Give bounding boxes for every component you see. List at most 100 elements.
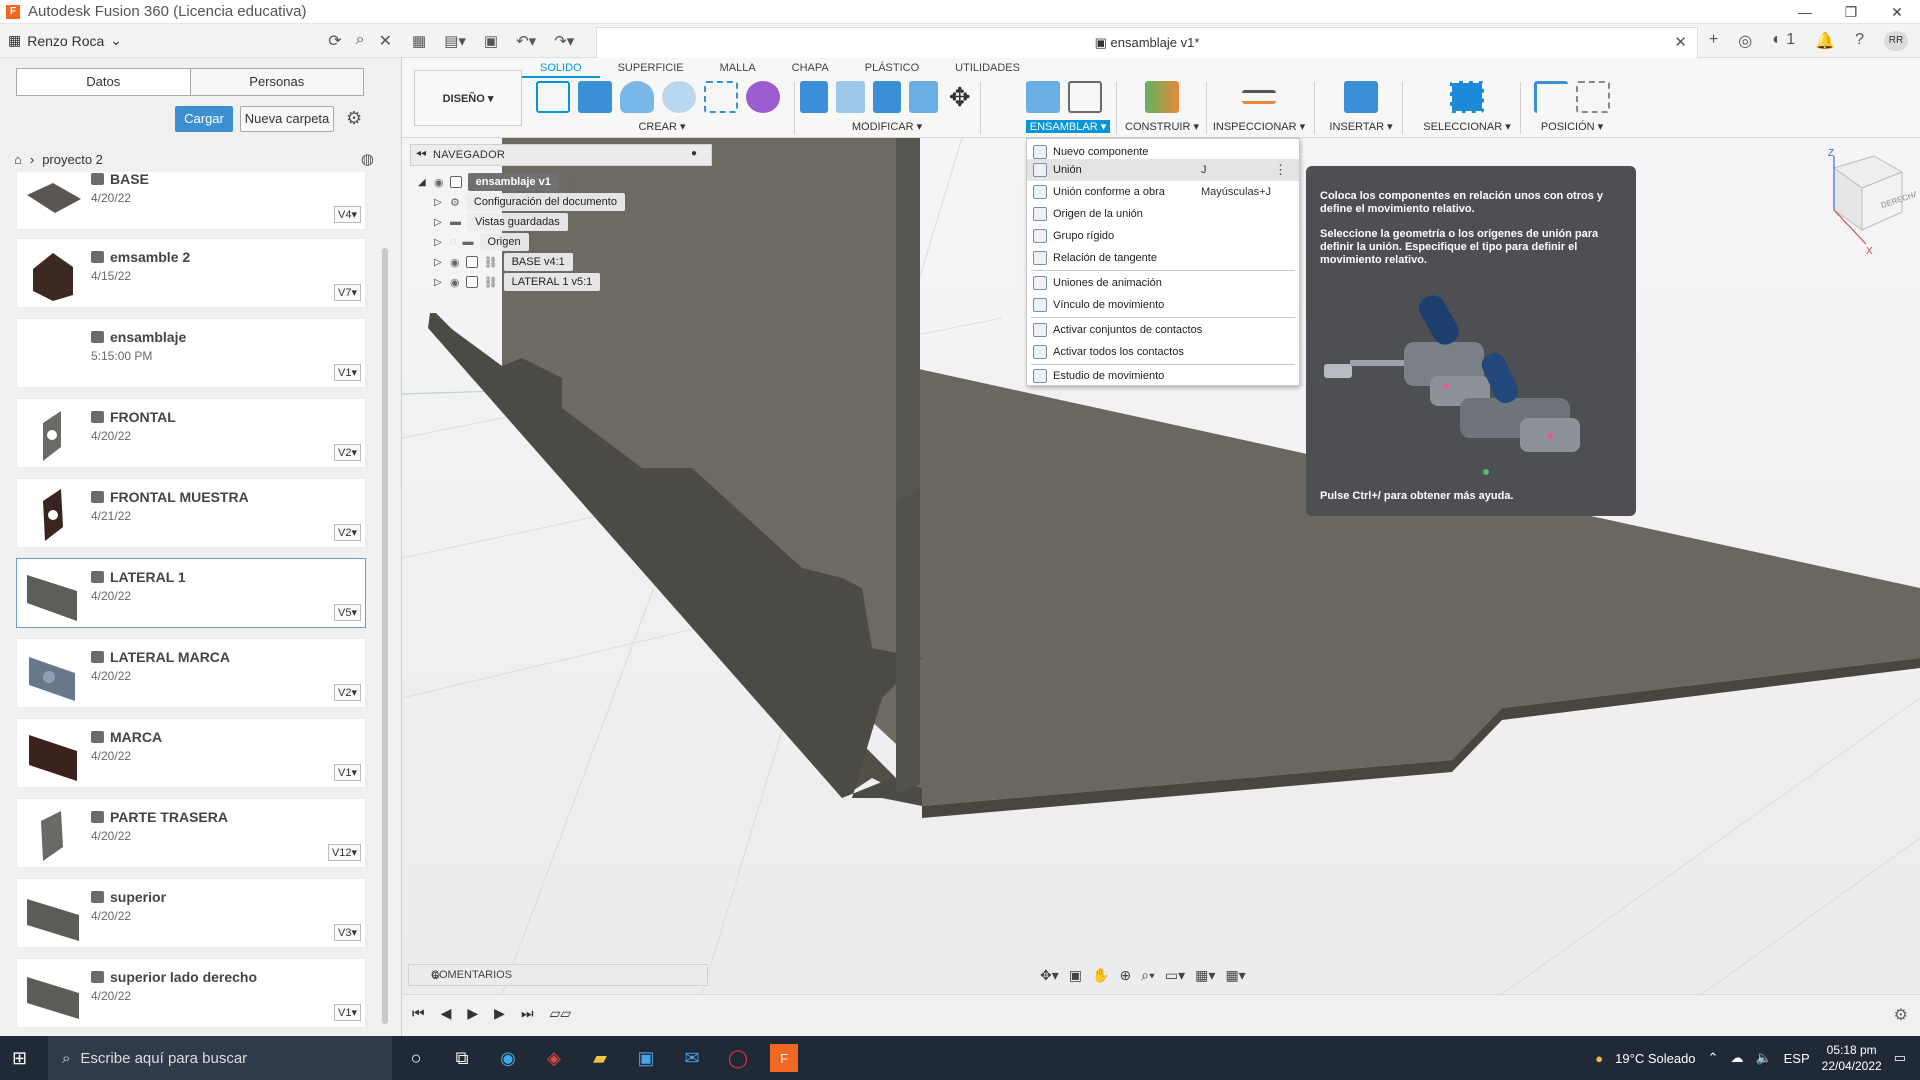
tab-utilidades[interactable]: UTILIDADES: [937, 60, 1038, 78]
menu-item-union-conforme[interactable]: Unión conforme a obra Mayúsculas+J: [1027, 181, 1299, 203]
list-item[interactable]: FRONTAL 4/20/22 V2▾: [16, 398, 366, 468]
tree-item[interactable]: ▷ ▬ Vistas guardadas: [434, 212, 568, 232]
group-label-crear[interactable]: CREAR ▾: [536, 120, 788, 133]
store-icon[interactable]: ▣: [632, 1044, 660, 1072]
tab-solido[interactable]: SOLIDO: [522, 60, 600, 78]
eye-hidden-icon[interactable]: ◌: [450, 236, 457, 248]
construct-plane-icon[interactable]: [1145, 81, 1179, 113]
joint-icon[interactable]: [1068, 81, 1102, 113]
apps-grid-icon[interactable]: ▦: [412, 32, 426, 50]
weather-text[interactable]: 19°C Soleado: [1615, 1051, 1695, 1066]
pattern-icon[interactable]: [704, 81, 738, 113]
list-item[interactable]: emsamble 2 4/15/22 V7▾: [16, 238, 366, 308]
tree-item[interactable]: ▷ ◉ ⛓ LATERAL 1 v5:1: [434, 272, 601, 292]
comments-panel[interactable]: COMENTARIOS ⊕: [408, 964, 708, 986]
hole-icon[interactable]: [662, 81, 696, 113]
menu-item-vinculo-movimiento[interactable]: Vínculo de movimiento: [1027, 294, 1299, 316]
undo-icon[interactable]: ↶▾: [516, 32, 536, 50]
menu-item-estudio-movimiento[interactable]: Estudio de movimiento: [1027, 365, 1299, 387]
timeline-feature-icon[interactable]: ▱▱: [550, 1005, 572, 1022]
mail-icon[interactable]: ✉: [678, 1044, 706, 1072]
menu-item-relacion-tangente[interactable]: Relación de tangente: [1027, 247, 1299, 269]
new-tab-icon[interactable]: +: [1709, 31, 1718, 51]
version-badge[interactable]: V1▾: [334, 1004, 361, 1021]
list-item[interactable]: ensamblaje 5:15:00 PM V1▾: [16, 318, 366, 388]
edge-icon[interactable]: ◉: [494, 1044, 522, 1072]
breadcrumb-project[interactable]: proyecto 2: [42, 152, 103, 167]
tab-superficie[interactable]: SUPERFICIE: [600, 60, 702, 78]
step-back-icon[interactable]: ◀: [441, 1005, 452, 1022]
menu-item-activar-conjuntos[interactable]: Activar conjuntos de contactos: [1027, 319, 1299, 341]
task-view-icon[interactable]: ⧉: [448, 1044, 476, 1072]
close-icon[interactable]: ✕: [379, 31, 392, 51]
version-badge[interactable]: V4▾: [334, 206, 361, 223]
fusion-taskbar-icon[interactable]: F: [770, 1044, 798, 1072]
weather-icon[interactable]: ●: [1595, 1051, 1603, 1066]
form-icon[interactable]: [746, 81, 780, 113]
eye-icon[interactable]: ◉: [450, 276, 460, 289]
insert-image-icon[interactable]: [1344, 81, 1378, 113]
sync-icon[interactable]: ◎: [1738, 31, 1752, 51]
version-badge[interactable]: V2▾: [334, 524, 361, 541]
clock[interactable]: 05:18 pm 22/04/2022: [1822, 1042, 1882, 1074]
redo-icon[interactable]: ↷▾: [554, 32, 574, 50]
scrollbar[interactable]: [382, 248, 388, 1024]
language-indicator[interactable]: ESP: [1784, 1051, 1810, 1066]
tray-chevron-icon[interactable]: ⌃: [1708, 1050, 1719, 1066]
measure-icon[interactable]: [1242, 90, 1276, 104]
windows-start-icon[interactable]: ⊞: [12, 1048, 27, 1069]
go-to-start-icon[interactable]: ⏮: [412, 1005, 425, 1022]
viewcube[interactable]: DERECHA Z X: [1806, 148, 1916, 258]
version-badge[interactable]: V2▾: [334, 684, 361, 701]
version-badge[interactable]: V3▾: [334, 924, 361, 941]
menu-item-union[interactable]: Unión J ⋮: [1027, 159, 1299, 181]
display-settings-icon[interactable]: ▭▾: [1165, 967, 1185, 984]
jobs-icon[interactable]: ◐ 1: [1772, 31, 1795, 51]
minimize-icon[interactable]: —: [1782, 0, 1828, 24]
version-badge[interactable]: V7▾: [334, 284, 361, 301]
more-options-icon[interactable]: ⋮: [1274, 162, 1287, 178]
refresh-icon[interactable]: ⟳: [328, 31, 341, 51]
eye-icon[interactable]: ◉: [434, 176, 444, 189]
tree-item-root[interactable]: ◢ ◉ ensamblaje v1 ◎: [418, 172, 574, 192]
version-badge[interactable]: V12▾: [327, 844, 361, 861]
list-item[interactable]: PARTE TRASERA 4/20/22 V12▾: [16, 798, 366, 868]
menu-item-grupo-rigido[interactable]: Grupo rígido: [1027, 225, 1299, 247]
select-icon[interactable]: [1450, 81, 1484, 113]
go-to-end-icon[interactable]: ⏭: [521, 1005, 534, 1022]
menu-item-activar-todos[interactable]: Activar todos los contactos: [1027, 341, 1299, 363]
revert-position-icon[interactable]: [1576, 81, 1610, 113]
group-label-posicion[interactable]: POSICIÓN ▾: [1530, 120, 1614, 133]
close-icon[interactable]: ✕: [1674, 28, 1687, 58]
file-explorer-icon[interactable]: ▰: [586, 1044, 614, 1072]
collapse-triangle-icon[interactable]: ◢: [418, 177, 428, 188]
group-label-seleccionar[interactable]: SELECCIONAR ▾: [1420, 120, 1514, 133]
sketch-icon[interactable]: [536, 81, 570, 113]
pan-icon[interactable]: ✋: [1092, 967, 1109, 984]
group-label-modificar[interactable]: MODIFICAR ▾: [800, 120, 974, 133]
group-label-ensamblar[interactable]: ENSAMBLAR ▾: [1026, 120, 1110, 133]
taskbar-search[interactable]: ⌕ Escribe aquí para buscar: [48, 1036, 392, 1080]
press-pull-icon[interactable]: [800, 81, 829, 113]
shell-icon[interactable]: [909, 81, 938, 113]
expand-triangle-icon[interactable]: ▷: [434, 237, 444, 248]
bell-icon[interactable]: 🔔: [1815, 31, 1835, 51]
extrude-icon[interactable]: [578, 81, 612, 113]
tab-chapa[interactable]: CHAPA: [774, 60, 847, 78]
gear-icon[interactable]: ⚙: [1894, 1005, 1908, 1025]
expand-triangle-icon[interactable]: ▷: [434, 197, 444, 208]
expand-triangle-icon[interactable]: ▷: [434, 257, 444, 268]
pin-icon[interactable]: ●: [691, 148, 697, 159]
eye-icon[interactable]: ◉: [450, 256, 460, 269]
new-component-icon[interactable]: [1026, 81, 1060, 113]
viewports-icon[interactable]: ▦▾: [1225, 967, 1245, 984]
gear-icon[interactable]: ⚙: [346, 108, 362, 129]
version-badge[interactable]: V2▾: [334, 444, 361, 461]
grid-icon[interactable]: ▦▾: [1195, 967, 1215, 984]
fit-icon[interactable]: ⌕▾: [1141, 967, 1155, 984]
list-item[interactable]: BASE 4/20/22 V4▾: [16, 172, 366, 230]
home-icon[interactable]: ⌂: [14, 152, 22, 167]
save-icon[interactable]: ▣: [484, 32, 498, 50]
capture-position-icon[interactable]: [1534, 81, 1568, 113]
zoom-icon[interactable]: ⊕: [1119, 967, 1131, 984]
